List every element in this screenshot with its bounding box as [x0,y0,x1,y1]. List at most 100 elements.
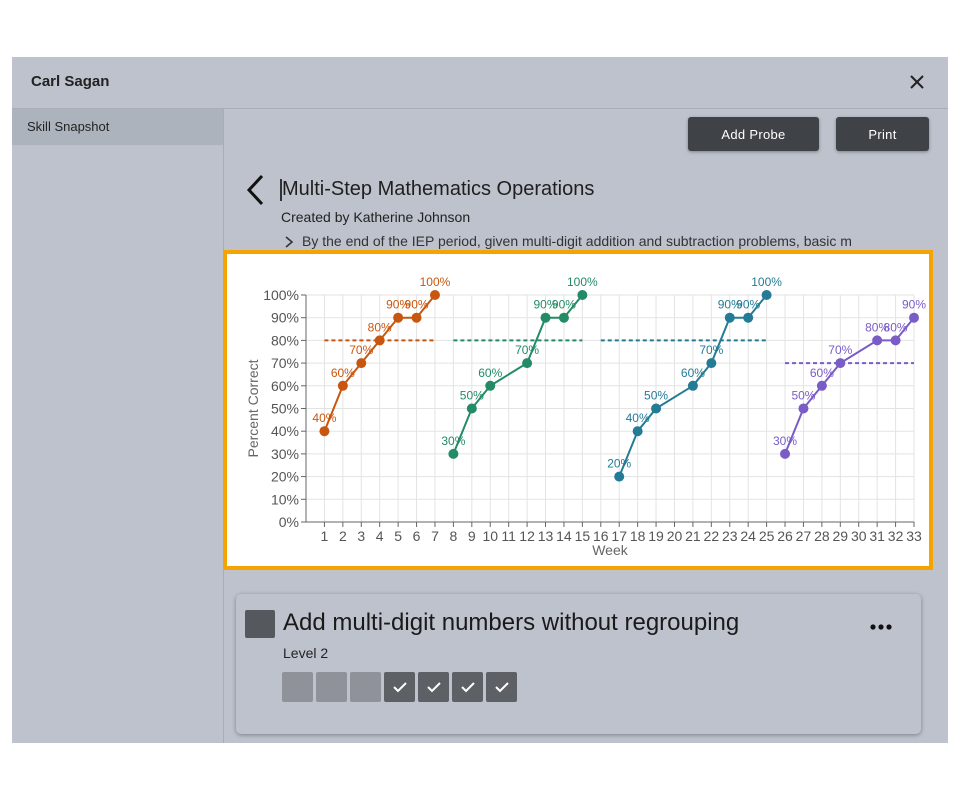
data-point [724,312,735,323]
data-point [393,312,404,323]
data-point [651,403,662,414]
data-label: 20% [607,457,631,471]
data-point [448,448,459,459]
x-tick-label: 4 [376,528,384,544]
x-tick-label: 25 [759,528,775,544]
data-point [614,471,625,482]
x-tick-label: 24 [740,528,756,544]
x-tick-label: 1 [321,528,329,544]
data-point [780,448,791,459]
add-probe-button[interactable]: Add Probe [688,117,819,151]
x-tick-label: 11 [501,528,516,544]
data-point [632,426,643,437]
data-label: 60% [331,366,355,380]
y-tick-label: 30% [271,446,299,462]
data-point [411,312,422,323]
sidebar-item-skill-snapshot[interactable]: Skill Snapshot [12,109,223,145]
more-horizontal-icon[interactable] [869,622,893,632]
check-icon [494,682,509,693]
y-tick-label: 10% [271,491,299,507]
data-label: 90% [405,298,429,312]
x-tick-label: 10 [482,528,498,544]
data-label: 70% [828,343,852,357]
data-point [909,312,919,323]
x-tick-label: 23 [722,528,738,544]
skill-level: Level 2 [283,645,329,661]
data-point [374,335,385,346]
back-chevron-icon[interactable] [242,172,270,208]
x-tick-label: 20 [667,528,683,544]
print-button[interactable]: Print [836,117,929,151]
y-tick-label: 90% [271,310,299,326]
student-window: Carl Sagan Skill Snapshot Add Probe Prin… [12,57,948,743]
created-by: Created by Katherine Johnson [281,209,471,225]
x-tick-label: 29 [833,528,849,544]
data-point [485,380,496,391]
probe-box[interactable] [452,672,483,702]
data-point [816,380,827,391]
data-label: 70% [349,343,373,357]
x-tick-label: 28 [814,528,830,544]
data-point [798,403,809,414]
x-tick-label: 3 [357,528,365,544]
x-tick-label: 26 [777,528,793,544]
data-label: 80% [884,320,908,334]
data-point [356,358,367,369]
data-point [522,358,533,369]
probe-box[interactable] [486,672,517,702]
x-tick-label: 22 [704,528,720,544]
probe-box[interactable] [350,672,381,702]
y-tick-label: 100% [263,287,299,303]
data-point [761,290,772,300]
probe-box[interactable] [384,672,415,702]
check-icon [392,682,407,693]
x-tick-label: 6 [413,528,421,544]
data-point [558,312,569,323]
skill-card-title: Add multi-digit numbers without regroupi… [283,609,740,636]
data-label: 100% [420,275,451,289]
y-axis-label: Percent Correct [245,359,261,457]
data-point [743,312,754,323]
x-tick-label: 8 [449,528,457,544]
data-label: 60% [810,366,834,380]
data-point [835,358,846,369]
y-tick-label: 20% [271,469,299,485]
data-label: 90% [552,298,576,312]
data-label: 30% [773,434,797,448]
data-label: 30% [441,434,465,448]
data-point [337,380,348,391]
probe-box[interactable] [418,672,449,702]
data-label: 90% [902,298,926,312]
data-point [872,335,883,346]
y-tick-label: 80% [271,332,299,348]
close-icon[interactable] [904,69,930,95]
window-titlebar: Carl Sagan [12,57,948,109]
data-label: 60% [681,366,705,380]
x-tick-label: 27 [796,528,812,544]
check-icon [426,682,441,693]
data-label: 90% [736,298,760,312]
data-point [429,290,440,300]
progress-line-chart: 0%10%20%30%40%50%60%70%80%90%100%1 2 3 4 5 6 7… [245,275,926,558]
probe-box[interactable] [316,672,347,702]
data-point [319,426,330,437]
x-tick-label: 12 [519,528,535,544]
probe-box[interactable] [282,672,313,702]
data-label: 50% [644,389,668,403]
data-point [706,358,717,369]
data-label: 100% [567,275,598,289]
data-label: 70% [515,343,539,357]
x-tick-label: 7 [431,528,439,544]
data-label: 80% [368,320,392,334]
data-label: 50% [460,389,484,403]
skill-checkbox[interactable] [245,610,275,638]
sidebar: Skill Snapshot [12,109,224,743]
probe-list [282,672,517,702]
y-tick-label: 60% [271,378,299,394]
data-label: 60% [478,366,502,380]
data-label: 40% [626,411,650,425]
data-point [540,312,551,323]
x-tick-label: 19 [648,528,664,544]
x-tick-label: 15 [575,528,591,544]
chevron-right-icon[interactable] [284,235,294,249]
